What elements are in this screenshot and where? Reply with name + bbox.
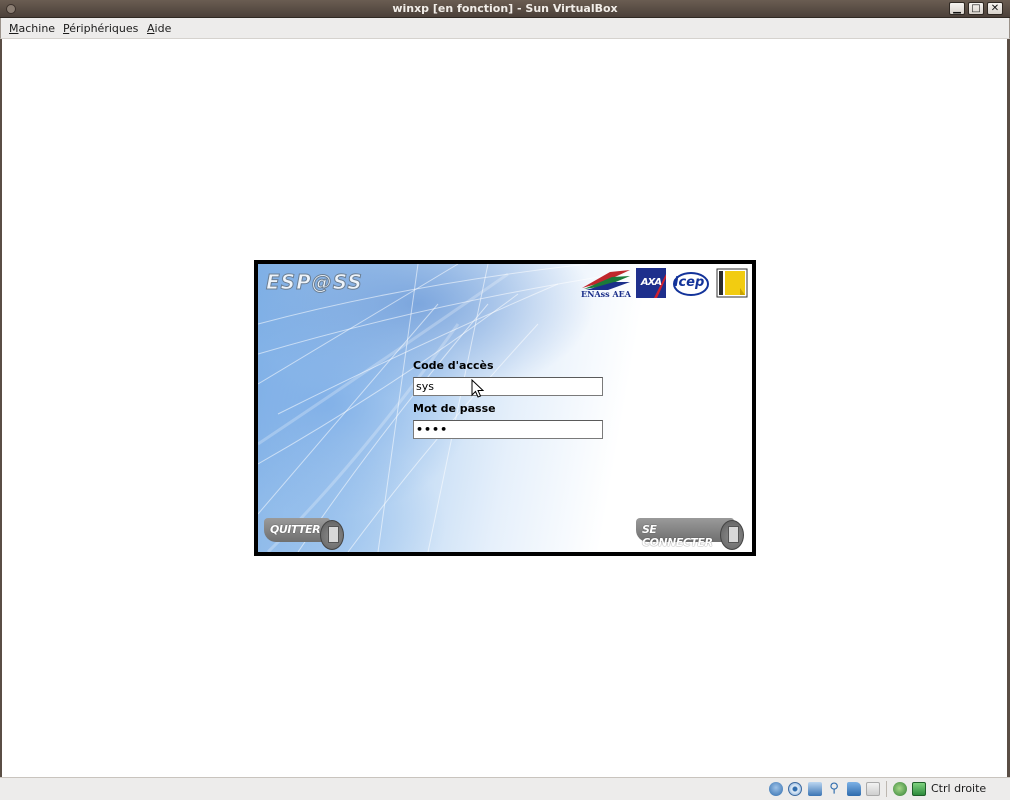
axa-label: AXA [640,277,662,288]
minimize-button[interactable]: ▁ [949,2,965,15]
login-dialog: ESP@SS ENAss AEA AXA icep Code d'accès M… [254,260,756,556]
access-code-label: Code d'accès [413,359,494,372]
close-button[interactable]: ✕ [987,2,1003,15]
icep-label: icep [674,275,705,290]
menu-label: achine [18,22,56,35]
yellow-book-logo [716,268,748,298]
door-open-icon[interactable] [720,520,744,550]
window-titlebar: winxp [en fonction] - Sun VirtualBox ▁ □… [0,0,1010,18]
background-streaks [258,264,619,552]
window-title: winxp [en fonction] - Sun VirtualBox [392,2,618,15]
password-input[interactable] [413,420,603,439]
enass-aea-logo: ENAss AEA [580,268,632,299]
menu-aide[interactable]: Aide [147,22,171,35]
shared-folder-icon[interactable] [847,782,861,796]
enass-swoosh-icon [582,270,630,290]
host-key-label: Ctrl droite [931,782,987,795]
quit-button-label: QUITTER [270,523,321,536]
statusbar: ⚲ Ctrl droite [0,777,1010,800]
enass-label: ENAss AEA [581,289,631,299]
door-icon[interactable] [320,520,344,550]
cd-icon[interactable] [788,782,802,796]
menu-mnemonic: M [9,22,19,35]
screen-icon[interactable] [866,782,880,796]
connect-button-label: SE CONNECTER [642,523,713,549]
hard-disk-icon[interactable] [769,782,783,796]
statusbar-separator [886,781,887,797]
book-icon [716,268,748,298]
access-code-input[interactable] [413,377,603,396]
maximize-button[interactable]: □ [968,2,984,15]
espass-logo: ESP@SS [266,270,363,295]
menu-mnemonic: A [147,22,155,35]
virtualization-icon[interactable] [893,782,907,796]
menu-label: ide [154,22,172,35]
mouse-cursor-icon [471,379,484,398]
menu-machine[interactable]: Machine [9,22,55,35]
usb-icon[interactable]: ⚲ [827,782,841,796]
axa-logo: AXA [636,268,666,298]
mouse-integration-icon[interactable] [912,782,926,796]
connect-button[interactable]: SE CONNECTER [636,518,734,549]
menubar: Machine Périphériques Aide [0,18,1010,39]
network-icon[interactable] [808,782,822,796]
password-label: Mot de passe [413,402,496,415]
menu-peripheriques[interactable]: Périphériques [63,22,138,35]
icep-logo: icep [672,268,710,298]
menu-label: ériphériques [69,22,139,35]
